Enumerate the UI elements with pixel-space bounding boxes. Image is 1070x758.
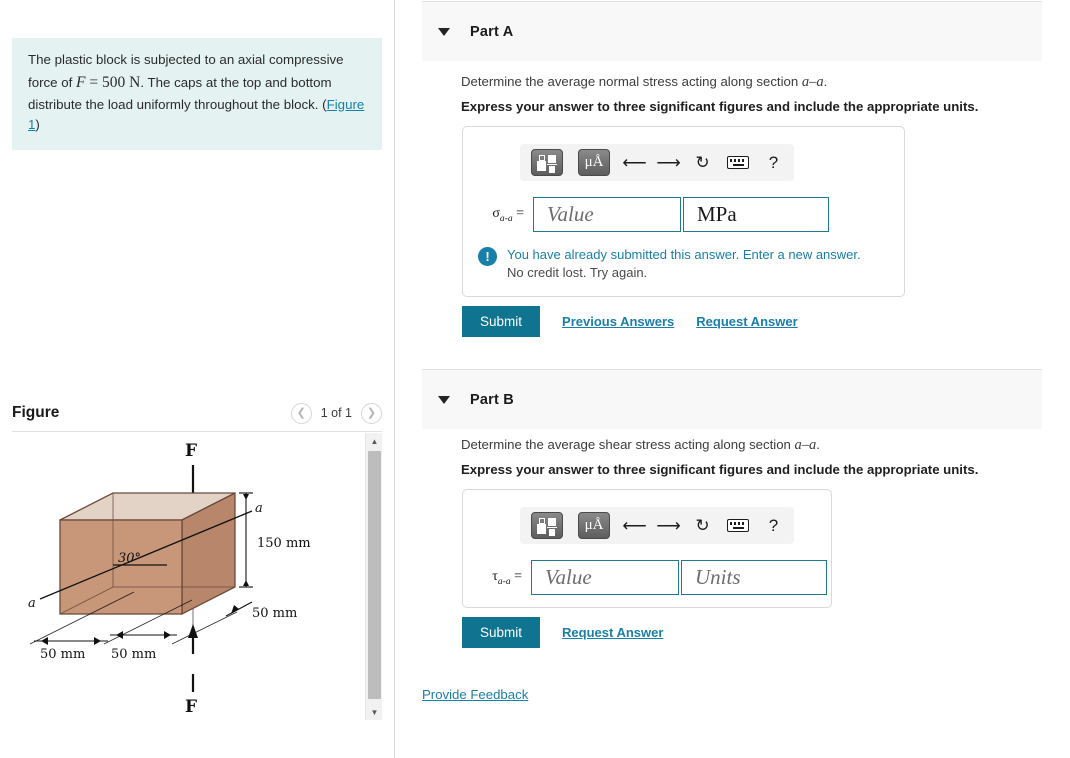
undo-arrow-icon[interactable]: ⟵ [622, 152, 646, 174]
part-a-units-input[interactable]: MPa [683, 197, 829, 232]
micro-angstrom-units-icon[interactable]: μÅ [578, 149, 610, 176]
part-a-submit-button[interactable]: Submit [462, 306, 541, 337]
section-label-left: a [28, 596, 36, 611]
redo-arrow-icon[interactable]: ⟶ [656, 152, 680, 174]
force-label-top: F [185, 441, 197, 461]
question-mark-icon[interactable]: ? [764, 515, 783, 537]
part-a-prompt-period: . [823, 74, 828, 89]
part-a-previous-answers-link[interactable]: Previous Answers [562, 314, 674, 329]
part-a-alert-text: You have already submitted this answer. … [507, 246, 861, 283]
part-b-prompt-text: Determine the average shear stress actin… [461, 437, 795, 452]
force-symbol: F [76, 73, 86, 91]
problem-text-end: ) [35, 117, 40, 133]
part-b-answer-box: μÅ ⟵ ⟶ ↻ ? τa-a = Value Units [462, 489, 832, 608]
scrollbar-thumb[interactable] [368, 451, 381, 699]
problem-statement: The plastic block is subjected to an axi… [12, 38, 382, 150]
left-pane: The plastic block is subjected to an axi… [0, 0, 394, 758]
part-a-alert-line2: No credit lost. Try again. [507, 265, 648, 281]
keyboard-icon[interactable] [727, 156, 749, 169]
math-template-icon[interactable] [531, 512, 563, 539]
keyboard-icon[interactable] [727, 519, 749, 532]
part-a-header[interactable]: Part A [422, 1, 1042, 61]
part-a-label: Part A [470, 23, 514, 40]
redo-arrow-icon[interactable]: ⟶ [656, 515, 680, 537]
figure-panel-title: Figure [12, 404, 60, 421]
figure-counter: 1 of 1 [320, 406, 352, 420]
caret-down-icon[interactable] [438, 27, 450, 36]
right-pane: Part A Determine the average normal stre… [395, 0, 1070, 758]
chevron-right-icon[interactable]: ❯ [361, 402, 382, 424]
part-b-math-toolbar: μÅ ⟵ ⟶ ↻ ? [520, 507, 794, 544]
reset-circular-arrow-icon[interactable]: ↻ [693, 152, 712, 174]
section-label-right: a [255, 501, 263, 516]
part-b-equation-label: τa-a = [492, 568, 522, 587]
force-value: 500 N [102, 73, 141, 91]
part-b-value-input[interactable]: Value [531, 560, 679, 595]
chevron-left-icon[interactable]: ❮ [290, 402, 312, 424]
part-a-actions: Submit Previous Answers Request Answer [462, 306, 798, 337]
caret-down-icon[interactable]: ▼ [366, 704, 383, 720]
part-b-label: Part B [470, 391, 514, 408]
figure-header: Figure ❮ 1 of 1 ❯ [12, 396, 382, 430]
part-a-equation-row: σa-a = Value MPa [471, 197, 829, 232]
math-template-icon[interactable] [531, 149, 563, 176]
part-b-submit-button[interactable]: Submit [462, 617, 541, 648]
figure-body: 30° a a 150 mm 50 mm 50 mm 50 mm F F ▲ ▼ [12, 431, 382, 721]
width-label-left: 50 mm [40, 647, 85, 662]
part-b-prompt-period: . [816, 437, 820, 452]
part-a-prompt: Determine the average normal stress acti… [461, 74, 827, 91]
figure-navigation: ❮ 1 of 1 ❯ [290, 402, 382, 424]
reset-circular-arrow-icon[interactable]: ↻ [693, 515, 712, 537]
part-b-section-math: a–a [794, 437, 817, 453]
part-b-units-input[interactable]: Units [681, 560, 827, 595]
part-b-header[interactable]: Part B [422, 369, 1042, 429]
caret-up-icon[interactable]: ▲ [366, 433, 383, 449]
part-a-equation-label: σa-a = [492, 205, 524, 224]
part-a-section-math: a–a [801, 74, 824, 90]
part-b-equation-row: τa-a = Value Units [469, 560, 827, 595]
part-a-instruction: Express your answer to three significant… [461, 99, 979, 114]
part-a-value-input[interactable]: Value [533, 197, 681, 232]
caret-down-icon[interactable] [438, 395, 450, 404]
provide-feedback-link[interactable]: Provide Feedback [422, 687, 528, 702]
force-label-bottom: F [185, 697, 197, 717]
equals-sign: = [85, 73, 103, 91]
part-b-prompt: Determine the average shear stress actin… [461, 437, 820, 454]
part-a-request-answer-link[interactable]: Request Answer [696, 314, 797, 329]
part-a-alert: ! You have already submitted this answer… [478, 246, 898, 283]
height-dimension-label: 150 mm [257, 536, 311, 551]
depth-dimension-label: 50 mm [252, 606, 297, 621]
figure-diagram: 30° a a 150 mm 50 mm 50 mm 50 mm F F [28, 441, 311, 717]
part-a-math-toolbar: μÅ ⟵ ⟶ ↻ ? [520, 144, 794, 181]
part-b-request-answer-link[interactable]: Request Answer [562, 625, 663, 640]
undo-arrow-icon[interactable]: ⟵ [622, 515, 646, 537]
figure-scrollbar[interactable]: ▲ ▼ [365, 433, 382, 720]
exclamation-circle-icon: ! [478, 247, 497, 266]
angle-label: 30° [118, 551, 141, 566]
micro-angstrom-units-icon[interactable]: μÅ [578, 512, 610, 539]
width-label-right: 50 mm [111, 647, 156, 662]
part-b-actions: Submit Request Answer [462, 617, 663, 648]
part-a-prompt-text: Determine the average normal stress acti… [461, 74, 802, 89]
part-a-alert-line1: You have already submitted this answer. … [507, 247, 861, 262]
part-a-answer-box: μÅ ⟵ ⟶ ↻ ? σa-a = Value MPa ! You have a… [462, 126, 905, 297]
part-b-instruction: Express your answer to three significant… [461, 462, 979, 477]
question-mark-icon[interactable]: ? [764, 152, 783, 174]
page-root: The plastic block is subjected to an axi… [0, 0, 1070, 758]
